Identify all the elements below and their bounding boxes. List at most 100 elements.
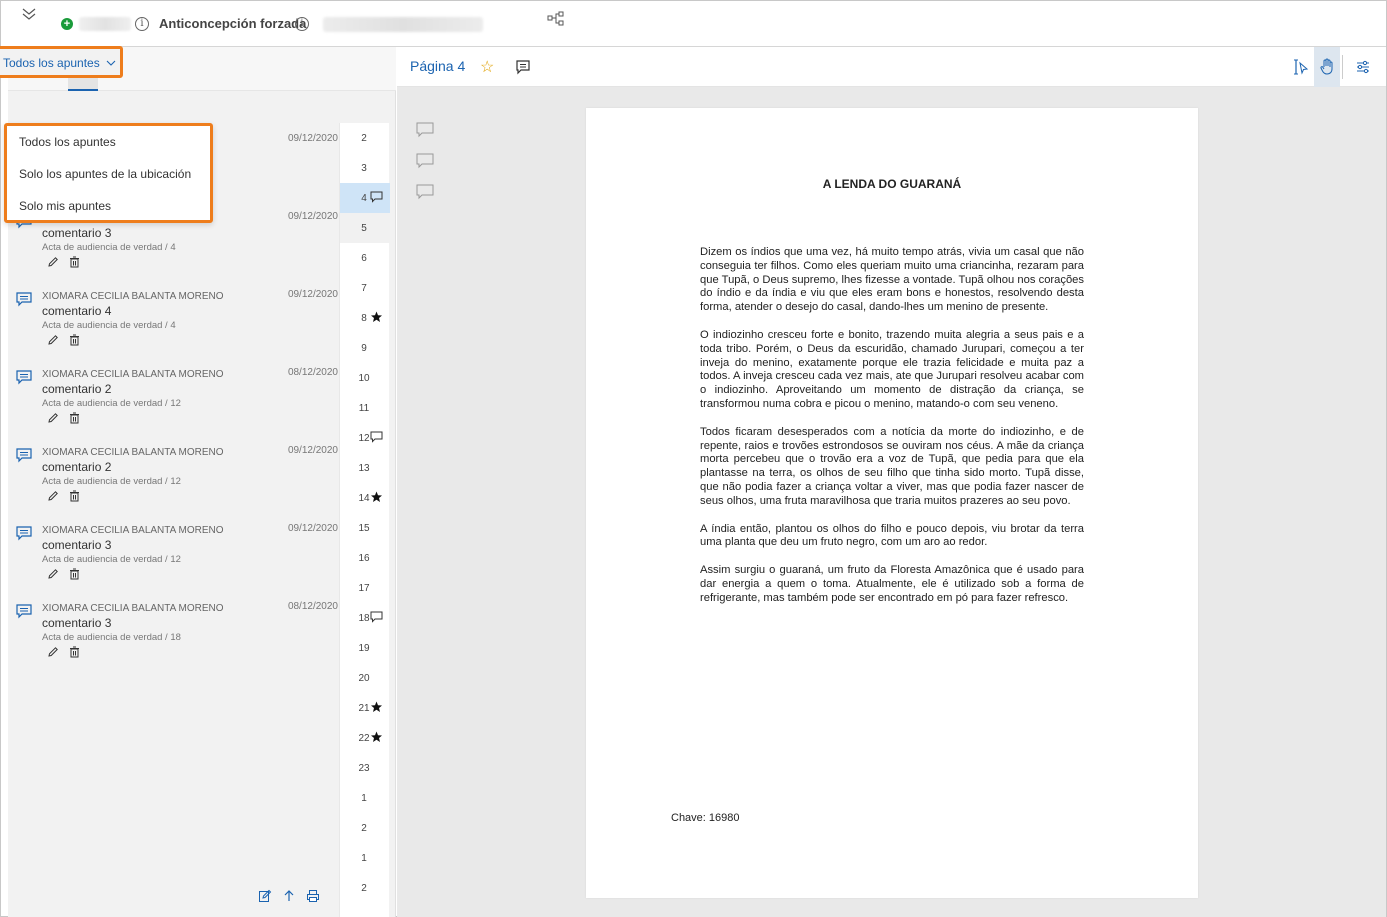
redacted-field (323, 17, 483, 32)
page-number-item[interactable]: 3 (340, 153, 390, 183)
page-number-label: 5 (361, 223, 367, 234)
text-select-tool[interactable] (1288, 47, 1314, 87)
toolbar-divider (1342, 55, 1343, 79)
settings-tool[interactable] (1350, 47, 1376, 87)
list-item[interactable]: XIOMARA CECILIA BALANTA MORENO 08/12/202… (16, 365, 338, 443)
page-number-item[interactable]: 6 (340, 243, 390, 273)
list-item[interactable]: XIOMARA CECILIA BALANTA MORENO 09/12/202… (16, 521, 338, 599)
page-number-label: 9 (361, 343, 367, 354)
current-page-label: Página 4 (410, 58, 466, 74)
page-number-item[interactable]: 21 (340, 693, 390, 723)
page-number-label: 7 (361, 283, 367, 294)
filter-option-mine[interactable]: Solo mis apuntes (7, 190, 210, 222)
upload-icon[interactable] (282, 889, 296, 908)
favorite-star-icon[interactable]: ☆ (480, 57, 494, 77)
note-author: XIOMARA CECILIA BALANTA MORENO (42, 291, 224, 302)
page-number-item[interactable]: 5 (340, 213, 390, 243)
page-number-item[interactable]: 23 (340, 753, 390, 783)
page-number-item[interactable]: 16 (340, 543, 390, 573)
text-cursor-icon (1294, 59, 1309, 75)
page-number-label: 11 (358, 403, 370, 414)
note-source: Acta de audiencia de verdad / 18 (42, 632, 181, 643)
edit-pencil-icon[interactable] (47, 255, 59, 273)
page-number-label: 15 (358, 523, 370, 534)
page-number-item[interactable]: 22 (340, 723, 390, 753)
page-number-item[interactable]: 2 (340, 813, 390, 843)
comment-marker-icon[interactable] (416, 184, 434, 205)
filter-option-all[interactable]: Todos los apuntes (7, 126, 210, 158)
pan-hand-tool[interactable] (1314, 47, 1340, 87)
edit-note-icon[interactable] (258, 889, 272, 908)
document-page: A LENDA DO GUARANÁ Dizem os índios que u… (586, 108, 1198, 898)
page-number-item[interactable]: 7 (340, 273, 390, 303)
page-number-item[interactable]: 14 (340, 483, 390, 513)
edit-pencil-icon[interactable] (47, 411, 59, 429)
filter-selected-label: Todos los apuntes (3, 56, 100, 70)
notes-footer (258, 889, 320, 908)
list-item[interactable]: XIOMARA CECILIA BALANTA MORENO 08/12/202… (16, 599, 338, 677)
delete-trash-icon[interactable] (69, 645, 80, 663)
notes-filter-select[interactable]: Todos los apuntes (0, 46, 123, 78)
add-comment-icon[interactable] (515, 59, 531, 80)
comment-marker-icon[interactable] (416, 153, 434, 174)
edit-pencil-icon[interactable] (47, 567, 59, 585)
list-item[interactable]: XIOMARA CECILIA BALANTA MORENO 09/12/202… (16, 287, 338, 365)
info-icon[interactable]: i (135, 17, 149, 31)
page-number-label: 3 (361, 163, 367, 174)
page-number-item[interactable]: 13 (340, 453, 390, 483)
delete-trash-icon[interactable] (69, 333, 80, 351)
comment-icon (370, 611, 383, 626)
page-number-item[interactable]: 4 (340, 183, 390, 213)
page-number-item[interactable]: 18 (340, 603, 390, 633)
paragraph: Dizem os índios que uma vez, há muito te… (700, 246, 1084, 314)
print-icon[interactable] (306, 889, 320, 908)
edit-pencil-icon[interactable] (47, 489, 59, 507)
note-date: 09/12/2020 (287, 133, 338, 144)
star-icon (370, 731, 383, 746)
page-number-item[interactable]: 1 (340, 783, 390, 813)
page-number-item[interactable]: 12 (340, 423, 390, 453)
hierarchy-icon[interactable] (547, 11, 565, 32)
note-author: XIOMARA CECILIA BALANTA MORENO (42, 603, 224, 614)
page-number-item[interactable]: 8 (340, 303, 390, 333)
list-item[interactable]: XIOMARA CECILIA BALANTA MORENO 09/12/202… (16, 443, 338, 521)
document-viewer[interactable]: A LENDA DO GUARANÁ Dizem os índios que u… (397, 87, 1386, 917)
note-source: Acta de audiencia de verdad / 12 (42, 554, 181, 565)
delete-trash-icon[interactable] (69, 567, 80, 585)
info-icon[interactable]: i (295, 17, 309, 31)
page-number-item[interactable]: 19 (340, 633, 390, 663)
page-number-item[interactable]: 11 (340, 393, 390, 423)
edit-pencil-icon[interactable] (47, 333, 59, 351)
page-number-item[interactable]: 2 (340, 873, 390, 903)
delete-trash-icon[interactable] (69, 489, 80, 507)
comment-icon (16, 603, 32, 624)
paragraph: Assim surgiu o guaraná, um fruto da Flor… (700, 564, 1084, 604)
viewer-toolbar: Página 4 ☆ (397, 47, 1386, 87)
document-title: A LENDA DO GUARANÁ (822, 177, 962, 191)
page-number-item[interactable]: 2 (340, 123, 390, 153)
page-number-label: 2 (361, 823, 367, 834)
delete-trash-icon[interactable] (69, 411, 80, 429)
document-key: Chave: 16980 (671, 812, 740, 824)
app-window: + i Anticoncepción forzada i 09/12/2020 … (0, 0, 1387, 917)
delete-trash-icon[interactable] (69, 255, 80, 273)
status-plus-icon: + (61, 18, 73, 30)
document-body: Dizem os índios que uma vez, há muito te… (700, 246, 1084, 620)
page-number-item[interactable]: 17 (340, 573, 390, 603)
note-source: Acta de audiencia de verdad / 12 (42, 398, 181, 409)
page-number-item[interactable]: 15 (340, 513, 390, 543)
filter-option-location[interactable]: Solo los apuntes de la ubicación (7, 158, 210, 190)
page-number-item[interactable]: 1 (340, 843, 390, 873)
note-date: 09/12/2020 (287, 445, 338, 456)
page-number-item[interactable]: 10 (340, 363, 390, 393)
paragraph: Todos ficaram desesperados com a notícia… (700, 425, 1084, 507)
collapse-chevron-icon[interactable] (21, 7, 43, 25)
comment-marker-icon[interactable] (416, 122, 434, 143)
edit-pencil-icon[interactable] (47, 645, 59, 663)
page-number-item[interactable]: 20 (340, 663, 390, 693)
paragraph: O indiozinho cresceu forte e bonito, tra… (700, 328, 1084, 410)
page-number-item[interactable]: 9 (340, 333, 390, 363)
note-title: comentario 4 (42, 304, 112, 318)
comment-icon (16, 447, 32, 468)
page-thumbnail-strip[interactable]: 2 3 4 5 6 7 8 9 10 11 12 13 14 15 16 17 18 19 20 21 22 23 1 2 1 2 (339, 123, 390, 917)
